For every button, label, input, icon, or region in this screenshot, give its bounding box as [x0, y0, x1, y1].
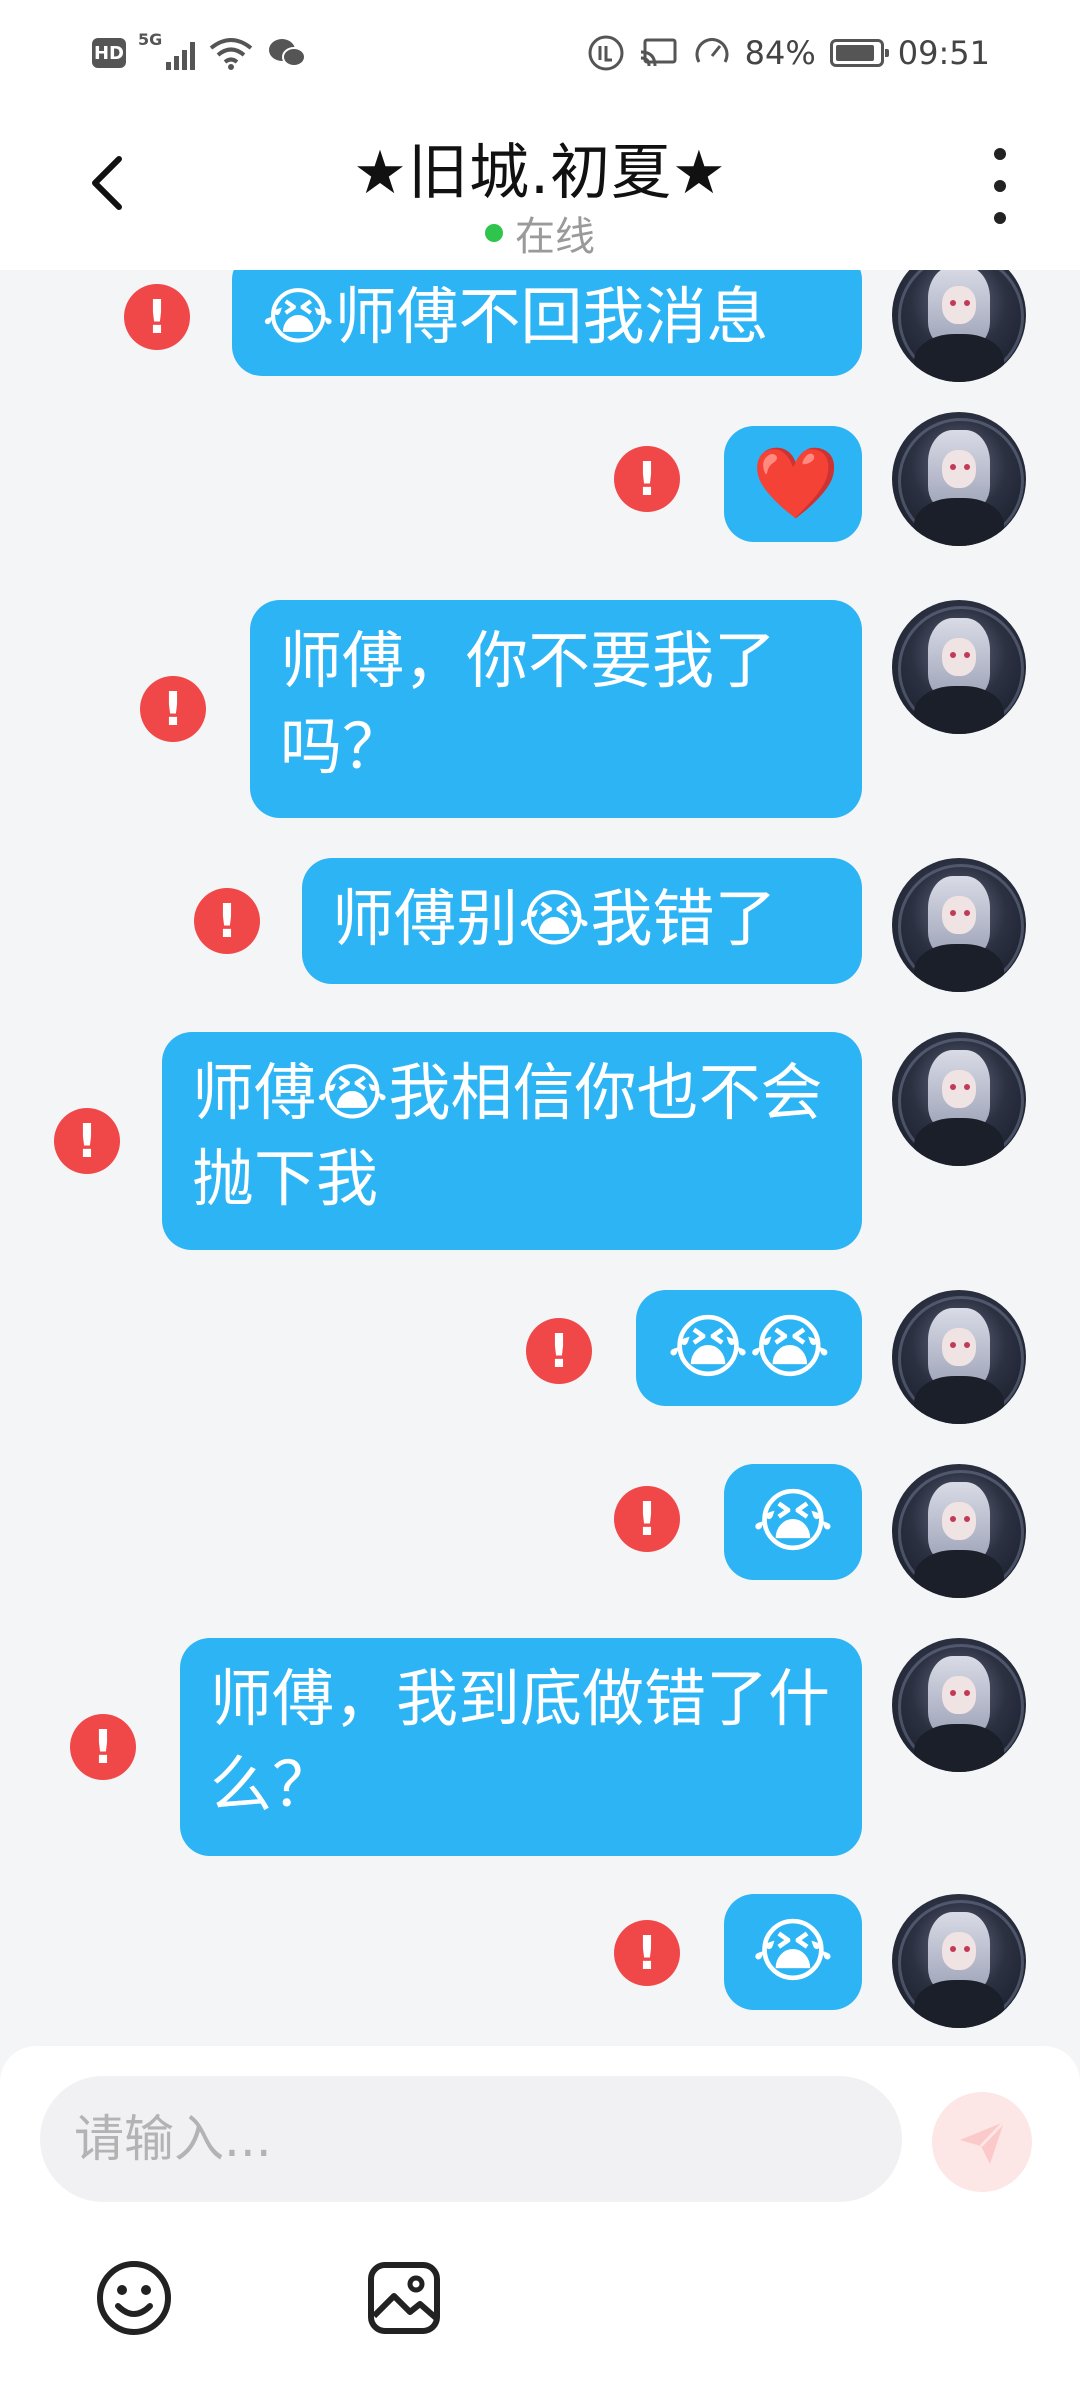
send-failed-icon[interactable]: !	[614, 446, 680, 512]
message-row: ! 师傅，你不要我了吗？	[0, 600, 1080, 818]
battery-icon	[829, 39, 889, 67]
avatar[interactable]	[892, 1638, 1026, 1772]
more-options-button[interactable]	[980, 148, 1020, 224]
send-failed-icon[interactable]: !	[54, 1108, 120, 1174]
status-bar-left: HD 5G	[92, 28, 307, 78]
hd-icon: HD	[92, 38, 126, 68]
message-row: ! 师傅别😭我错了	[0, 858, 1080, 992]
wechat-icon	[269, 39, 306, 67]
online-status: 在线	[0, 204, 1080, 262]
send-failed-icon[interactable]: !	[140, 676, 206, 742]
image-button[interactable]	[362, 2256, 446, 2340]
send-failed-icon[interactable]: !	[614, 1486, 680, 1552]
avatar[interactable]	[892, 270, 1026, 382]
composer	[0, 2046, 1080, 2400]
message-bubble[interactable]: 师傅，你不要我了吗？	[250, 600, 862, 818]
contact-name: ★旧城.初夏★	[353, 138, 727, 208]
avatar[interactable]	[892, 412, 1026, 546]
signal-icon: 5G	[138, 30, 195, 70]
status-bar: HD 5G 84% 09:51	[0, 0, 1080, 104]
online-status-label: 在线	[515, 214, 595, 260]
more-vertical-icon	[994, 148, 1006, 160]
message-bubble[interactable]: ❤️	[724, 426, 862, 542]
send-failed-icon[interactable]: !	[614, 1920, 680, 1986]
send-failed-icon[interactable]: !	[70, 1714, 136, 1780]
send-failed-icon[interactable]: !	[194, 888, 260, 954]
message-bubble[interactable]: 师傅，我到底做错了什么？	[180, 1638, 862, 1856]
message-bubble[interactable]: 师傅别😭我错了	[302, 858, 862, 984]
message-row: ! 师傅😭我相信你也不会抛下我	[0, 1032, 1080, 1250]
message-bubble[interactable]: 😭	[724, 1894, 862, 2010]
smiley-icon	[97, 2261, 171, 2335]
image-icon	[368, 2262, 440, 2334]
message-row: ! 😭	[0, 1894, 1080, 2028]
chat-header: ★旧城.初夏★ 在线	[0, 104, 1080, 270]
message-bubble[interactable]: 😭师傅不回我消息	[232, 270, 862, 376]
message-row: ! ❤️	[0, 412, 1080, 546]
emoji-button[interactable]	[92, 2256, 176, 2340]
clock: 09:51	[897, 34, 990, 72]
avatar[interactable]	[892, 600, 1026, 734]
send-button[interactable]	[932, 2092, 1032, 2192]
paper-plane-icon	[960, 2120, 1006, 2164]
send-failed-icon[interactable]: !	[526, 1318, 592, 1384]
cast-icon	[640, 38, 677, 67]
avatar[interactable]	[892, 1464, 1026, 1598]
network-type-label: 5G	[138, 30, 163, 49]
message-bubble[interactable]: 师傅😭我相信你也不会抛下我	[162, 1032, 862, 1250]
wifi-icon	[209, 38, 253, 70]
message-input[interactable]	[40, 2076, 902, 2202]
message-row: ! 😭😭	[0, 1290, 1080, 1424]
online-dot-icon	[485, 224, 503, 242]
send-failed-icon[interactable]: !	[124, 284, 190, 350]
data-saver-icon	[695, 38, 729, 63]
message-row: ! 师傅，我到底做错了什么？	[0, 1638, 1080, 1856]
battery-percent: 84%	[744, 34, 816, 72]
avatar[interactable]	[892, 1290, 1026, 1424]
avatar[interactable]	[892, 1032, 1026, 1166]
message-bubble[interactable]: 😭	[724, 1464, 862, 1580]
message-row: ! 😭	[0, 1464, 1080, 1598]
volte-icon	[588, 35, 624, 71]
avatar[interactable]	[892, 858, 1026, 992]
message-bubble[interactable]: 😭😭	[636, 1290, 862, 1406]
message-list[interactable]: ! 😭师傅不回我消息 ! ❤️ ! 师傅，你不要我了吗？ ! 师傅别😭我错了 !…	[0, 270, 1080, 2050]
avatar[interactable]	[892, 1894, 1026, 2028]
message-row: ! 😭师傅不回我消息	[0, 270, 1080, 396]
status-bar-right: 84% 09:51	[587, 28, 990, 78]
